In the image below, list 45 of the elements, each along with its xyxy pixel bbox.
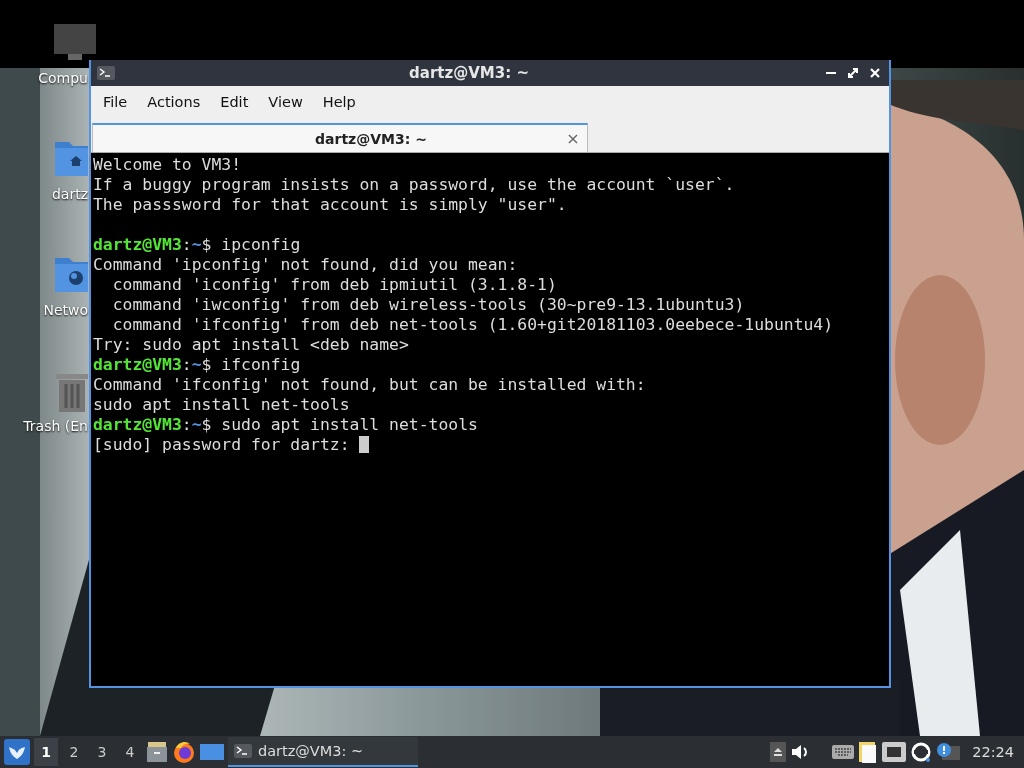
terminal-line: sudo apt install net-tools bbox=[93, 395, 351, 415]
taskbar-task[interactable]: dartz@VM3: ~ bbox=[228, 737, 418, 767]
workspace-button[interactable]: 4 bbox=[118, 738, 142, 766]
terminal-line: If a buggy program insists on a password, use the account `user`. bbox=[93, 175, 736, 195]
window-title: dartz@VM3: ~ bbox=[408, 64, 530, 82]
trash-icon bbox=[54, 372, 90, 412]
desktop-icon-label[interactable]: Trash (En bbox=[23, 418, 88, 434]
update-icon[interactable] bbox=[910, 741, 933, 763]
firefox-icon[interactable] bbox=[172, 740, 196, 764]
menu-item[interactable]: File bbox=[93, 94, 138, 110]
terminal-line: dartz@VM3:~$ ifconfig bbox=[93, 355, 302, 375]
notes-icon[interactable] bbox=[858, 740, 879, 764]
maximize-icon[interactable] bbox=[848, 68, 858, 78]
workspace-button[interactable]: 2 bbox=[62, 738, 86, 766]
file-cabinet-icon[interactable] bbox=[146, 741, 168, 763]
notification-icon[interactable] bbox=[936, 742, 961, 762]
workspace-button[interactable]: 3 bbox=[90, 738, 114, 766]
menu-item[interactable]: Help bbox=[312, 94, 366, 110]
terminal-line: Command 'ipconfig' not found, did you mean: bbox=[93, 255, 519, 275]
start-menu-icon[interactable] bbox=[4, 739, 30, 765]
ethernet-icon[interactable] bbox=[882, 742, 907, 762]
eject-icon[interactable] bbox=[770, 742, 787, 762]
terminal-icon bbox=[234, 744, 252, 758]
terminal-line: Try: sudo apt install <deb name> bbox=[93, 335, 410, 355]
clock[interactable]: 22:24 bbox=[972, 744, 1014, 760]
workspace-button[interactable]: 1 bbox=[34, 738, 58, 766]
close-icon[interactable] bbox=[870, 68, 880, 78]
terminal-line: Command 'ifconfig' not found, but can be installed with: bbox=[93, 375, 647, 395]
terminal-tab[interactable]: dartz@VM3: ~ × bbox=[92, 123, 588, 152]
terminal-line: [sudo] password for dartz: bbox=[93, 435, 887, 455]
terminal-line: The passsword for that account is simply "user". bbox=[93, 195, 568, 215]
menu-item[interactable]: Edit bbox=[210, 94, 259, 110]
terminal-line: Welcome to VM3! bbox=[93, 155, 243, 175]
monitor-icon bbox=[54, 24, 96, 60]
terminal-line: dartz@VM3:~$ sudo apt install net-tools bbox=[93, 415, 479, 435]
terminal-line: command 'iwconfig' from deb wireless-tools (30~pre9-13.1ubuntu3) bbox=[111, 295, 746, 315]
menu-item[interactable]: View bbox=[258, 94, 313, 110]
terminal-line: command 'ifconfig' from deb net-tools (1.60+git20181103.0eebece-1ubuntu4) bbox=[111, 315, 835, 335]
tab-close-button[interactable]: × bbox=[559, 129, 587, 148]
terminal-icon bbox=[97, 66, 115, 80]
terminal-line: command 'iconfig' from deb ipmiutil (3.1.8-1) bbox=[111, 275, 558, 295]
keyboard-icon[interactable] bbox=[832, 745, 855, 759]
terminal-line: dartz@VM3:~$ ipconfig bbox=[93, 235, 302, 255]
desktop-icon[interactable] bbox=[200, 741, 224, 763]
menu-item[interactable]: Actions bbox=[137, 94, 211, 110]
